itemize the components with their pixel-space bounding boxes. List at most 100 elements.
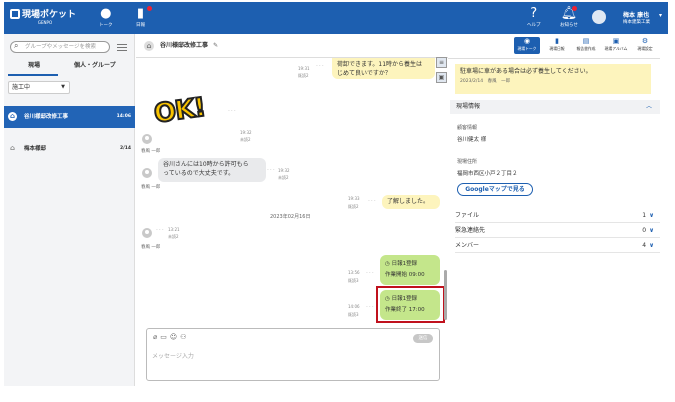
pinned-notice[interactable]: 駐車場に車がある場合は必ず養生してください。 2023/2/14 春風 一郎 bbox=[455, 64, 651, 94]
talk-nav-button[interactable]: ● トーク bbox=[99, 7, 113, 29]
chevron-down-icon: ∨ bbox=[649, 227, 654, 234]
house-icon: ⌂ bbox=[9, 144, 15, 152]
emoji-icon[interactable]: ☺ bbox=[170, 333, 180, 341]
sender-name: 春風 一郎 bbox=[141, 149, 161, 154]
user-caret-icon[interactable]: ▾ bbox=[659, 12, 662, 19]
tab-label: 現場アルバム bbox=[604, 46, 628, 51]
tab-personal-group[interactable]: 個人・グループ bbox=[74, 60, 116, 69]
more-icon[interactable]: ··· bbox=[366, 304, 375, 311]
avatar[interactable] bbox=[142, 168, 152, 178]
files-row[interactable]: ファイル 1 ∨ bbox=[455, 209, 660, 223]
nippo-nav-button[interactable]: ▮ 日報 bbox=[136, 6, 145, 29]
msg-text: 谷川さんには10時から許可もら bbox=[163, 161, 249, 168]
document-icon: ▮ bbox=[136, 6, 145, 21]
notice-meta: 2023/2/14 春風 一郎 bbox=[460, 79, 511, 84]
highlight-frame bbox=[376, 286, 445, 323]
tab-site[interactable]: 現場 bbox=[28, 60, 40, 69]
divider bbox=[448, 58, 660, 59]
message-input[interactable]: メッセージ入力 bbox=[152, 351, 194, 360]
msg-text: 荷卸できます。11時から養生は bbox=[337, 61, 423, 68]
composer-tools: ⌀▭☺⚇ bbox=[153, 333, 189, 341]
search-input[interactable]: ⌕ グループやメッセージを検索 bbox=[10, 41, 110, 53]
sidebar: ⌕ グループやメッセージを検索 現場 個人・グループ 施工中 ▼ ⌂ 谷川様邸改… bbox=[4, 34, 135, 386]
room-name: 谷川様邸改修工事 bbox=[24, 114, 69, 120]
user-org: 梅本建築工業 bbox=[623, 20, 650, 25]
document-icon: ▮ bbox=[555, 37, 559, 45]
message-bubble[interactable]: 谷川さんには10時から許可もら っているので大丈夫です。 bbox=[158, 158, 266, 182]
emergency-contacts-row[interactable]: 緊急連絡先 0 ∨ bbox=[455, 224, 660, 238]
ok-sticker[interactable]: OK! bbox=[151, 92, 208, 131]
row-label: ファイル bbox=[455, 212, 480, 219]
room-time: 14:06 bbox=[116, 114, 131, 119]
tab-report[interactable]: ▤ 報告書作成 bbox=[573, 37, 599, 52]
edit-icon[interactable]: ✎ bbox=[213, 42, 218, 49]
mention-icon[interactable]: ⚇ bbox=[180, 333, 189, 341]
top-bar: 現場ポケット GENPO ● トーク ▮ 日報 ? ヘルプ 🔔︎ お知らせ 梅本… bbox=[4, 2, 668, 34]
tab-album[interactable]: ▣ 現場アルバム bbox=[603, 37, 629, 52]
more-icon[interactable]: ··· bbox=[366, 270, 375, 277]
message-bubble[interactable]: 荷卸できます。11時から養生は じめて良いですか？ bbox=[332, 58, 435, 79]
daily-report-card[interactable]: ◷ 日報1登録 作業開始 09:00 bbox=[380, 255, 440, 285]
user-avatar[interactable] bbox=[592, 10, 606, 24]
sidebar-tabs: 現場 個人・グループ bbox=[8, 60, 132, 72]
row-count: 0 bbox=[642, 227, 647, 234]
members-row[interactable]: メンバー 4 ∨ bbox=[455, 239, 660, 253]
date-separator: 2023年02月16日 bbox=[270, 214, 311, 220]
menu-icon[interactable] bbox=[117, 42, 127, 52]
chat-area: 19:31 既読2 ··· 荷卸できます。11時から養生は じめて良いですか？ … bbox=[136, 58, 448, 326]
app-sub: GENPO bbox=[37, 20, 53, 25]
site-info-header[interactable]: 現場情報 ︿ bbox=[450, 100, 660, 114]
user-menu[interactable]: 梅本 康也 梅本建築工業 bbox=[623, 10, 650, 25]
help-label: ヘルプ bbox=[527, 23, 541, 28]
avatar[interactable] bbox=[142, 228, 152, 238]
tab-site-nippo[interactable]: ▮ 現場日報 bbox=[544, 37, 570, 52]
site-info-title: 現場情報 bbox=[456, 103, 481, 110]
chevron-down-icon: ▼ bbox=[61, 84, 65, 90]
talk-nav-label: トーク bbox=[99, 23, 113, 28]
room-item-tanigawa[interactable]: ⌂ 谷川様邸改修工事 14:06 bbox=[4, 106, 135, 128]
message-composer[interactable]: ⌀▭☺⚇ 送信 メッセージ入力 bbox=[146, 328, 440, 381]
tab-label: 報告書作成 bbox=[576, 46, 596, 51]
msg-read: 既読2 bbox=[348, 204, 359, 209]
message-bubble[interactable]: 了解しました。 bbox=[382, 195, 440, 209]
tab-settings[interactable]: ⚙ 現場設定 bbox=[632, 37, 658, 52]
tab-label: 現場設定 bbox=[637, 46, 653, 51]
photo-icon[interactable]: ▭ bbox=[160, 333, 170, 341]
help-button[interactable]: ? ヘルプ bbox=[527, 6, 541, 29]
album-icon: ▣ bbox=[612, 37, 620, 45]
house-icon: ⌂ bbox=[144, 41, 154, 51]
address-value: 福岡市西区小戸２丁目２ bbox=[457, 171, 518, 177]
more-icon[interactable]: ··· bbox=[267, 167, 276, 174]
more-icon[interactable]: ··· bbox=[156, 227, 165, 234]
nippo-badge bbox=[147, 6, 152, 11]
search-placeholder: グループやメッセージを検索 bbox=[25, 44, 97, 50]
msg-read: 未読2 bbox=[168, 234, 179, 239]
sender-name: 春風 一郎 bbox=[141, 185, 161, 190]
tab-label: 現場トーク bbox=[517, 46, 537, 51]
right-panel-tabs: ◉ 現場トーク ▮ 現場日報 ▤ 報告書作成 ▣ 現場アルバム ⚙ 現場設定 bbox=[514, 35, 659, 55]
send-button[interactable]: 送信 bbox=[413, 334, 433, 343]
gear-icon: ⚙ bbox=[641, 37, 649, 45]
status-filter-select[interactable]: 施工中 ▼ bbox=[8, 81, 70, 94]
avatar[interactable] bbox=[142, 134, 152, 144]
tab-site-talk[interactable]: ◉ 現場トーク bbox=[514, 37, 540, 54]
google-map-button[interactable]: Googleマップで見る bbox=[457, 183, 533, 196]
list-icon[interactable]: ≡ bbox=[436, 57, 447, 68]
chat-scrollbar[interactable] bbox=[444, 270, 447, 320]
tab-label: 現場日報 bbox=[549, 46, 565, 51]
msg-time: 13:56 bbox=[348, 270, 360, 275]
more-icon[interactable]: ··· bbox=[368, 198, 377, 205]
app-logo[interactable]: 現場ポケット GENPO bbox=[10, 9, 80, 29]
msg-time: 19:32 bbox=[240, 130, 252, 135]
report-title: 日報1登録 bbox=[391, 261, 418, 267]
chevron-down-icon: ∨ bbox=[649, 212, 654, 219]
msg-read: 既読3 bbox=[348, 278, 359, 283]
room-item-umemoto[interactable]: ⌂ 梅本様邸 2/14 bbox=[4, 138, 135, 160]
msg-text: じめて良いですか？ bbox=[337, 70, 391, 77]
question-icon: ? bbox=[530, 6, 538, 21]
more-icon[interactable]: ··· bbox=[228, 108, 237, 115]
more-icon[interactable]: ··· bbox=[316, 63, 325, 70]
msg-read: 未読2 bbox=[278, 175, 289, 180]
image-icon[interactable]: ▣ bbox=[436, 72, 447, 83]
sender-name: 春風 一郎 bbox=[141, 245, 161, 250]
